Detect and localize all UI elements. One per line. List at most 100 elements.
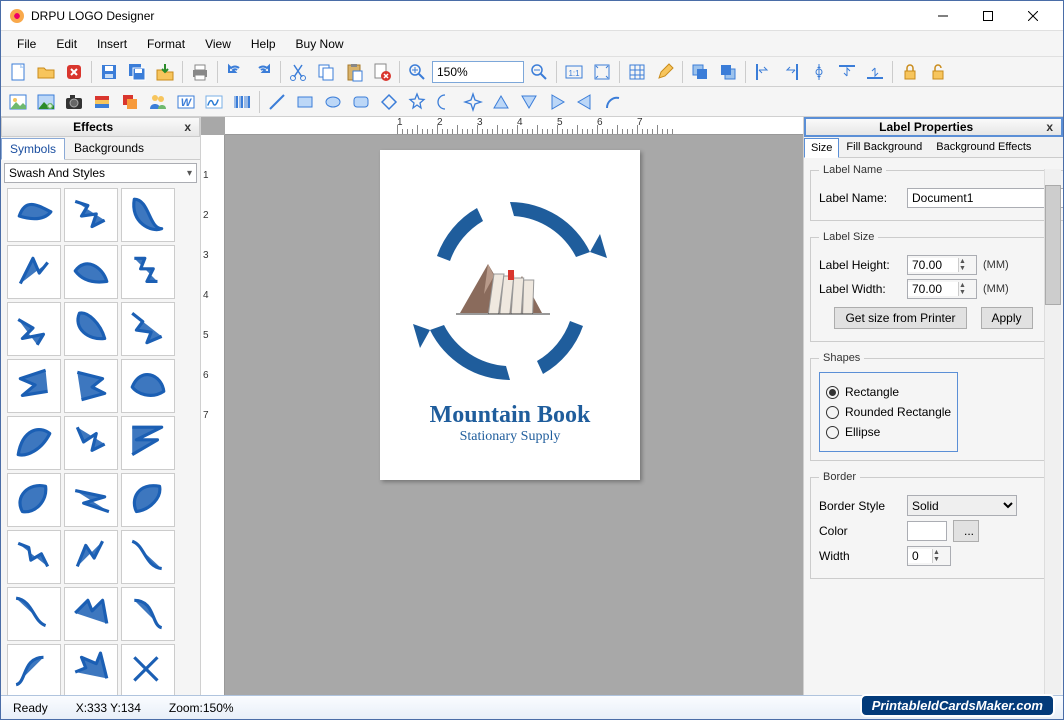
templates-button[interactable] [117, 89, 143, 115]
save-as-button[interactable] [124, 59, 150, 85]
symbol-item[interactable] [64, 644, 118, 695]
triangle-down-tool-button[interactable] [516, 89, 542, 115]
symbol-item[interactable] [7, 188, 61, 242]
color-palette-button[interactable] [89, 89, 115, 115]
fit-window-button[interactable] [589, 59, 615, 85]
symbol-item[interactable] [7, 473, 61, 527]
symbol-item[interactable] [7, 587, 61, 641]
symbol-item[interactable] [121, 587, 175, 641]
triangle-left-tool-button[interactable] [572, 89, 598, 115]
effects-close-icon[interactable]: x [180, 120, 195, 134]
word-art-button[interactable]: W [173, 89, 199, 115]
get-size-button[interactable]: Get size from Printer [834, 307, 966, 329]
half-moon-tool-button[interactable] [432, 89, 458, 115]
effects-scrollbar[interactable] [1044, 169, 1061, 694]
apply-button[interactable]: Apply [981, 307, 1033, 329]
symbol-item[interactable] [121, 416, 175, 470]
arc-tool-button[interactable] [600, 89, 626, 115]
symbol-item[interactable] [7, 245, 61, 299]
paste-button[interactable] [341, 59, 367, 85]
shape-ellipse-radio[interactable]: Ellipse [826, 425, 951, 439]
triangle-right-tool-button[interactable] [544, 89, 570, 115]
undo-button[interactable] [222, 59, 248, 85]
border-style-select[interactable]: Solid [907, 495, 1017, 516]
menu-help[interactable]: Help [241, 33, 286, 55]
shape-rounded-rect-radio[interactable]: Rounded Rectangle [826, 405, 951, 419]
label-height-input[interactable]: ▲▼ [907, 255, 977, 275]
menu-insert[interactable]: Insert [87, 33, 137, 55]
bring-front-button[interactable] [687, 59, 713, 85]
zoom-combo[interactable] [432, 61, 524, 83]
symbol-category-select[interactable]: Swash And Styles ▾ [4, 163, 197, 183]
star4-tool-button[interactable] [460, 89, 486, 115]
diamond-tool-button[interactable] [376, 89, 402, 115]
symbol-item[interactable] [7, 416, 61, 470]
ellipse-tool-button[interactable] [320, 89, 346, 115]
barcode-button[interactable] [229, 89, 255, 115]
remove-button[interactable] [369, 59, 395, 85]
symbol-item[interactable] [121, 359, 175, 413]
insert-image-button[interactable] [5, 89, 31, 115]
canvas-stage[interactable]: Mountain Book Stationary Supply [225, 135, 803, 695]
symbol-item[interactable] [64, 416, 118, 470]
actual-size-button[interactable]: 1:1 [561, 59, 587, 85]
menu-format[interactable]: Format [137, 33, 195, 55]
camera-button[interactable] [61, 89, 87, 115]
align-bottom-button[interactable] [862, 59, 888, 85]
minimize-button[interactable] [920, 2, 965, 30]
close-button[interactable] [1010, 2, 1055, 30]
symbol-item[interactable] [64, 587, 118, 641]
label-width-input[interactable]: ▲▼ [907, 279, 977, 299]
symbol-item[interactable] [7, 644, 61, 695]
maximize-button[interactable] [965, 2, 1010, 30]
line-tool-button[interactable] [264, 89, 290, 115]
print-button[interactable] [187, 59, 213, 85]
label-name-input[interactable] [907, 188, 1063, 208]
edit-tool-button[interactable] [652, 59, 678, 85]
unlock-button[interactable] [925, 59, 951, 85]
signature-button[interactable] [201, 89, 227, 115]
people-button[interactable] [145, 89, 171, 115]
insert-picture-button[interactable] [33, 89, 59, 115]
align-left-button[interactable] [750, 59, 776, 85]
align-center-button[interactable] [806, 59, 832, 85]
tab-size[interactable]: Size [804, 138, 839, 158]
symbol-item[interactable] [7, 530, 61, 584]
triangle-up-tool-button[interactable] [488, 89, 514, 115]
symbol-item[interactable] [64, 359, 118, 413]
export-button[interactable] [152, 59, 178, 85]
shape-rectangle-radio[interactable]: Rectangle [826, 385, 951, 399]
tab-symbols[interactable]: Symbols [1, 138, 65, 160]
symbol-item[interactable] [121, 302, 175, 356]
send-back-button[interactable] [715, 59, 741, 85]
menu-file[interactable]: File [7, 33, 46, 55]
open-button[interactable] [33, 59, 59, 85]
delete-button[interactable] [61, 59, 87, 85]
symbol-item[interactable] [121, 644, 175, 695]
zoom-out-button[interactable] [526, 59, 552, 85]
tab-background-effects[interactable]: Background Effects [929, 137, 1038, 157]
copy-button[interactable] [313, 59, 339, 85]
symbol-item[interactable] [121, 188, 175, 242]
symbol-item[interactable] [121, 473, 175, 527]
rectangle-tool-button[interactable] [292, 89, 318, 115]
redo-button[interactable] [250, 59, 276, 85]
star-tool-button[interactable] [404, 89, 430, 115]
border-color-picker-button[interactable]: ... [953, 520, 979, 542]
tab-fill-background[interactable]: Fill Background [839, 137, 929, 157]
save-button[interactable] [96, 59, 122, 85]
lock-button[interactable] [897, 59, 923, 85]
zoom-in-button[interactable] [404, 59, 430, 85]
menu-buy-now[interactable]: Buy Now [286, 33, 354, 55]
symbol-item[interactable] [7, 302, 61, 356]
new-button[interactable] [5, 59, 31, 85]
symbol-item[interactable] [64, 473, 118, 527]
symbol-item[interactable] [64, 188, 118, 242]
align-right-button[interactable] [778, 59, 804, 85]
tab-backgrounds[interactable]: Backgrounds [65, 137, 153, 159]
design-page[interactable]: Mountain Book Stationary Supply [380, 150, 640, 480]
grid-button[interactable] [624, 59, 650, 85]
rounded-rect-tool-button[interactable] [348, 89, 374, 115]
symbol-item[interactable] [121, 530, 175, 584]
cut-button[interactable] [285, 59, 311, 85]
